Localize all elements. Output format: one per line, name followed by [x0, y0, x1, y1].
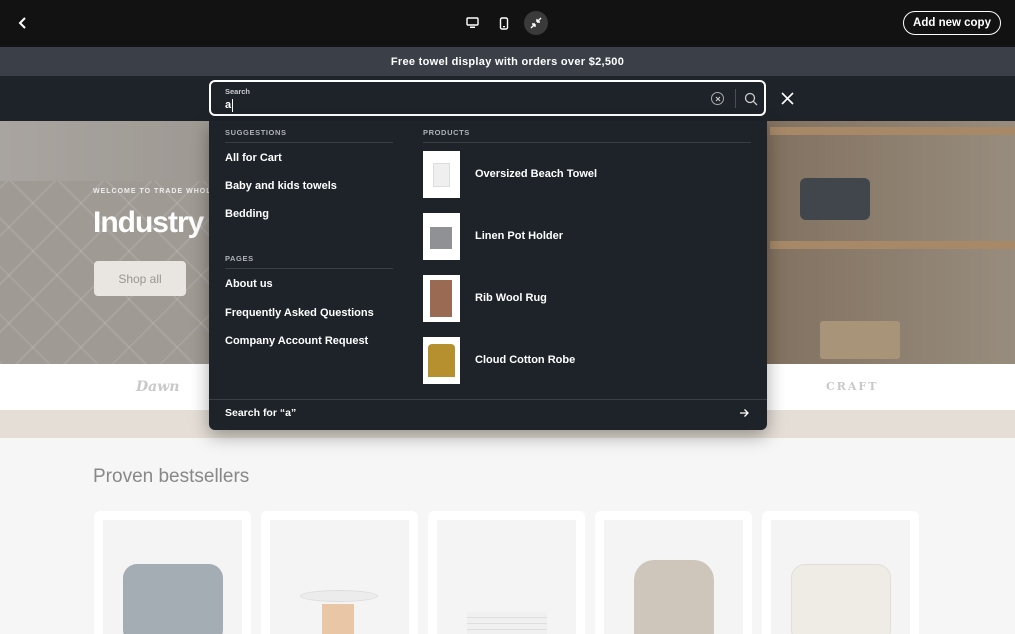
product-card[interactable] [261, 511, 418, 634]
pillow-image [123, 564, 223, 634]
pillow-image [791, 564, 891, 634]
hero-eyebrow: WELCOME TO TRADE WHOL [93, 188, 212, 195]
product-thumbnail [423, 275, 460, 322]
side-table-image [300, 590, 378, 602]
collapse-arrows-icon [530, 17, 542, 29]
search-icon [744, 92, 758, 106]
product-thumbnail [423, 337, 460, 384]
product-thumbnail [423, 151, 460, 198]
text-caret [232, 99, 233, 112]
chevron-left-icon [18, 17, 26, 29]
suggestions-divider [225, 142, 393, 143]
close-icon [780, 91, 794, 105]
suggestion-item[interactable]: Bedding [225, 208, 269, 220]
bestsellers-grid [94, 511, 919, 634]
search-submit-button[interactable] [741, 89, 761, 109]
suggestion-item[interactable]: All for Cart [225, 152, 282, 164]
product-result-name: Cloud Cotton Robe [475, 354, 576, 366]
back-button[interactable] [12, 12, 34, 34]
mobile-preview-button[interactable] [492, 11, 516, 35]
product-image [437, 520, 576, 634]
clear-x-icon [715, 96, 720, 101]
device-preview-toggle [460, 11, 548, 35]
sweatshirt-image [634, 560, 714, 634]
product-result[interactable]: Cloud Cotton Robe [423, 337, 751, 385]
shop-all-button[interactable]: Shop all [94, 261, 186, 296]
product-result-name: Linen Pot Holder [475, 230, 563, 242]
search-field[interactable]: Search [209, 80, 766, 116]
hero-title: Industry [93, 206, 204, 239]
search-suggestions-panel: SUGGESTIONS All for Cart Baby and kids t… [209, 121, 767, 430]
product-result[interactable]: Oversized Beach Towel [423, 151, 751, 199]
product-image [103, 520, 242, 634]
arrow-right-icon [740, 409, 749, 417]
clear-search-button[interactable] [711, 92, 724, 105]
product-result[interactable]: Linen Pot Holder [423, 213, 751, 261]
pages-divider [225, 268, 393, 269]
search-divider [735, 89, 736, 108]
desktop-icon [465, 17, 479, 28]
search-input[interactable] [225, 98, 685, 112]
announcement-bar: Free towel display with orders over $2,5… [0, 47, 1015, 76]
product-result[interactable]: Rib Wool Rug [423, 275, 751, 323]
page-link[interactable]: Frequently Asked Questions [225, 307, 374, 319]
product-thumbnail [423, 213, 460, 260]
editor-toolbar: Add new copy [0, 0, 1015, 47]
product-card[interactable] [428, 511, 585, 634]
add-new-copy-button[interactable]: Add new copy [903, 11, 1001, 35]
mobile-icon [499, 16, 509, 30]
product-card[interactable] [94, 511, 251, 634]
suggestion-item[interactable]: Baby and kids towels [225, 180, 337, 192]
bestsellers-title: Proven bestsellers [93, 466, 250, 487]
product-result-name: Rib Wool Rug [475, 292, 547, 304]
search-for-query-link[interactable]: Search for “a” [225, 407, 296, 419]
product-image [604, 520, 743, 634]
product-card[interactable] [762, 511, 919, 634]
brand-logo-dawn: Dawn [136, 379, 180, 395]
product-card[interactable] [595, 511, 752, 634]
brand-logo-craft: CRAFT [826, 380, 879, 393]
fullscreen-preview-button[interactable] [524, 11, 548, 35]
folded-towels-image [467, 612, 547, 634]
desktop-preview-button[interactable] [460, 11, 484, 35]
suggestions-heading: SUGGESTIONS [225, 128, 287, 137]
product-image [270, 520, 409, 634]
product-image [771, 520, 910, 634]
page-link[interactable]: About us [225, 278, 273, 290]
pages-heading: PAGES [225, 254, 254, 263]
side-table-leg [322, 604, 354, 634]
search-for-arrow-button[interactable] [737, 406, 751, 420]
panel-footer-divider [209, 399, 767, 400]
search-label: Search [225, 87, 251, 96]
products-divider [423, 142, 751, 143]
products-heading: PRODUCTS [423, 128, 470, 137]
close-search-button[interactable] [776, 87, 798, 109]
product-result-name: Oversized Beach Towel [475, 168, 598, 180]
page-link[interactable]: Company Account Request [225, 335, 368, 347]
store-header: Search [0, 76, 1015, 121]
